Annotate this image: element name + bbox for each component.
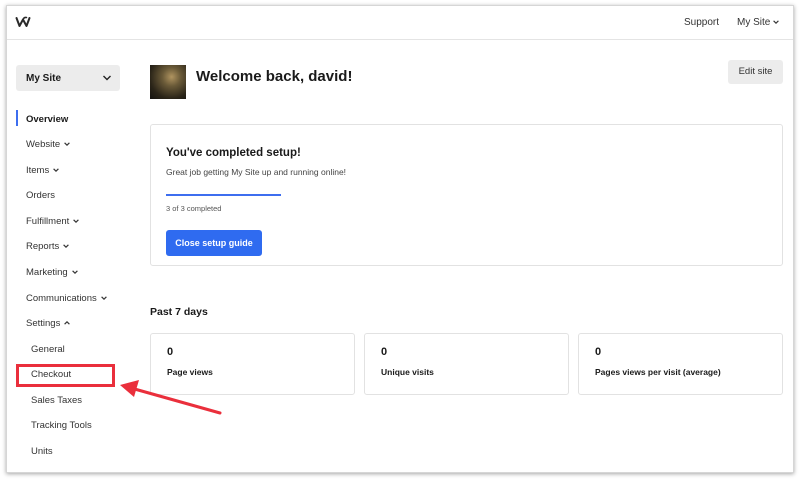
top-bar: Support My Site	[7, 6, 793, 40]
sidebar-item-label: Orders	[26, 190, 56, 201]
sidebar-item-reports[interactable]: Reports	[26, 241, 70, 252]
stat-card-pages-per-visit: 0 Pages views per visit (average)	[578, 333, 783, 395]
sidebar-item-label: Website	[26, 139, 61, 150]
sidebar-subitem-general[interactable]: General	[31, 344, 65, 355]
sidebar-item-label: Marketing	[26, 267, 68, 278]
setup-title: You've completed setup!	[166, 147, 301, 159]
chevron-down-icon	[100, 296, 107, 301]
sidebar-item-website[interactable]: Website	[26, 139, 71, 150]
chevron-down-icon	[63, 244, 70, 249]
stat-card-unique-visits: 0 Unique visits	[364, 333, 569, 395]
sidebar-item-orders[interactable]: Orders	[26, 190, 55, 201]
support-link[interactable]: Support	[684, 17, 719, 28]
sidebar-subitem-units[interactable]: Units	[31, 446, 53, 457]
edit-site-button[interactable]: Edit site	[728, 60, 783, 84]
sidebar-item-label: Communications	[26, 293, 97, 304]
page-title: Welcome back, david!	[196, 68, 353, 85]
past-7-days-heading: Past 7 days	[150, 306, 208, 318]
sidebar-item-label: Settings	[26, 318, 61, 329]
sidebar-item-items[interactable]: Items	[26, 165, 60, 176]
site-selector[interactable]: My Site	[16, 65, 120, 91]
annotation-arrow-icon	[120, 380, 222, 415]
setup-progress-fill	[166, 194, 281, 196]
sidebar-item-marketing[interactable]: Marketing	[26, 267, 79, 278]
chevron-down-icon	[73, 219, 80, 224]
sidebar-item-label: Items	[26, 165, 50, 176]
weebly-logo-icon[interactable]	[15, 14, 31, 30]
sidebar-item-settings[interactable]: Settings	[26, 318, 71, 329]
checkout-highlight-box	[16, 364, 115, 387]
chevron-down-icon	[53, 168, 60, 173]
stat-value: 0	[167, 346, 174, 358]
stat-label: Pages views per visit (average)	[595, 367, 721, 377]
active-indicator	[16, 110, 18, 126]
chevron-down-icon	[71, 270, 78, 275]
site-selector-label: My Site	[26, 73, 62, 84]
chevron-down-icon	[773, 20, 780, 25]
sidebar-subitem-tracking-tools[interactable]: Tracking Tools	[31, 420, 92, 431]
sidebar-subitem-sales-taxes[interactable]: Sales Taxes	[31, 395, 82, 406]
setup-progress-bar	[166, 194, 281, 196]
setup-progress-text: 3 of 3 completed	[166, 204, 222, 213]
sidebar-item-label: Overview	[26, 114, 69, 125]
setup-card: You've completed setup! Great job gettin…	[150, 124, 783, 266]
stat-label: Unique visits	[381, 367, 434, 377]
close-setup-guide-button[interactable]: Close setup guide	[166, 230, 262, 256]
site-menu[interactable]: My Site	[737, 17, 780, 28]
stat-value: 0	[381, 346, 388, 358]
sidebar-item-fulfillment[interactable]: Fulfillment	[26, 216, 80, 227]
browser-frame: Support My Site My Site Overview Website…	[6, 5, 794, 473]
avatar	[150, 65, 186, 99]
chevron-up-icon	[64, 321, 71, 326]
sidebar-item-label: Reports	[26, 241, 60, 252]
sidebar-item-communications[interactable]: Communications	[26, 293, 108, 304]
sidebar-item-label: Fulfillment	[26, 216, 70, 227]
chevron-down-icon	[103, 75, 111, 81]
chevron-down-icon	[64, 142, 70, 147]
site-menu-label: My Site	[737, 17, 771, 28]
stat-value: 0	[595, 346, 602, 358]
sidebar-item-overview[interactable]: Overview	[26, 114, 68, 125]
setup-subtitle: Great job getting My Site up and running…	[166, 167, 347, 177]
